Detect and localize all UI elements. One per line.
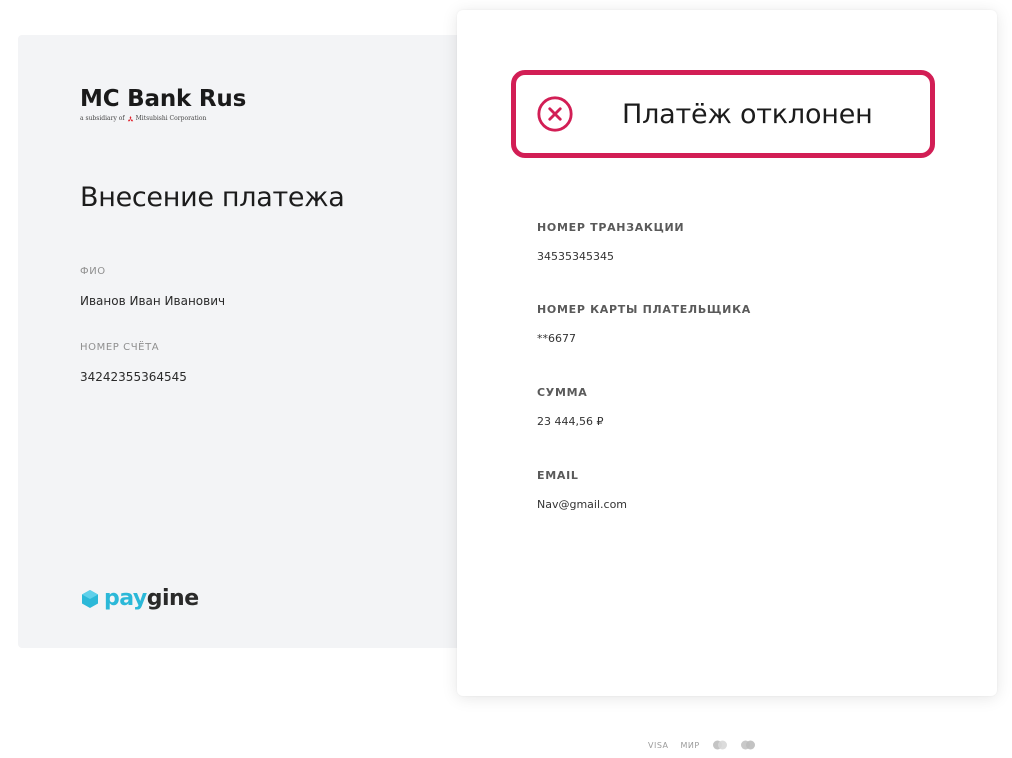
paygine-word-gine: gine <box>146 586 199 611</box>
payment-systems-logos: VISA МИР <box>648 740 756 750</box>
fio-value: Иванов Иван Иванович <box>80 294 226 308</box>
mir-logo: МИР <box>680 740 700 750</box>
close-circle-icon <box>537 96 573 132</box>
bank-subtitle-prefix: a subsidiary of <box>80 115 125 122</box>
bank-subtitle: a subsidiary of Mitsubishi Corporation <box>80 115 246 123</box>
visa-logo: VISA <box>648 740 669 750</box>
payment-status-banner: Платёж отклонен <box>511 70 935 158</box>
mitsubishi-diamonds-icon <box>127 115 133 121</box>
mastercard-icon <box>712 740 727 750</box>
payment-result-card: Платёж отклонен НОМЕР ТРАНЗАКЦИИ 3453534… <box>457 10 997 696</box>
paygine-word-pay: pay <box>104 586 147 611</box>
amount-value: 23 444,56 ₽ <box>537 415 604 428</box>
maestro-icon <box>740 740 755 750</box>
bank-logo: MC Bank Rus a subsidiary of Mitsubishi C… <box>80 85 246 123</box>
payment-page: MC Bank Rus a subsidiary of Mitsubishi C… <box>0 0 1012 758</box>
email-value: Nav@gmail.com <box>537 498 628 511</box>
bank-name: MC Bank Rus <box>80 86 247 112</box>
bank-subtitle-company: Mitsubishi Corporation <box>135 115 207 122</box>
account-number-label: НОМЕР СЧЁТА <box>80 342 160 353</box>
transaction-number-label: НОМЕР ТРАНЗАКЦИИ <box>537 221 685 234</box>
transaction-number-value: 34535345345 <box>537 250 614 263</box>
payment-status-text: Платёж отклонен <box>622 98 873 130</box>
paygine-logo: paygine <box>80 586 199 611</box>
email-label: EMAIL <box>537 469 579 482</box>
paygine-wordmark: paygine <box>104 586 199 611</box>
amount-label: СУММА <box>537 386 588 399</box>
payer-card-number-label: НОМЕР КАРТЫ ПЛАТЕЛЬЩИКА <box>537 303 751 316</box>
account-number-value: 34242355364545 <box>80 370 187 384</box>
payer-card-number-value: **6677 <box>537 332 576 345</box>
page-title: Внесение платежа <box>80 182 345 213</box>
paygine-hexagon-icon <box>82 589 98 608</box>
fio-label: ФИО <box>80 266 106 277</box>
